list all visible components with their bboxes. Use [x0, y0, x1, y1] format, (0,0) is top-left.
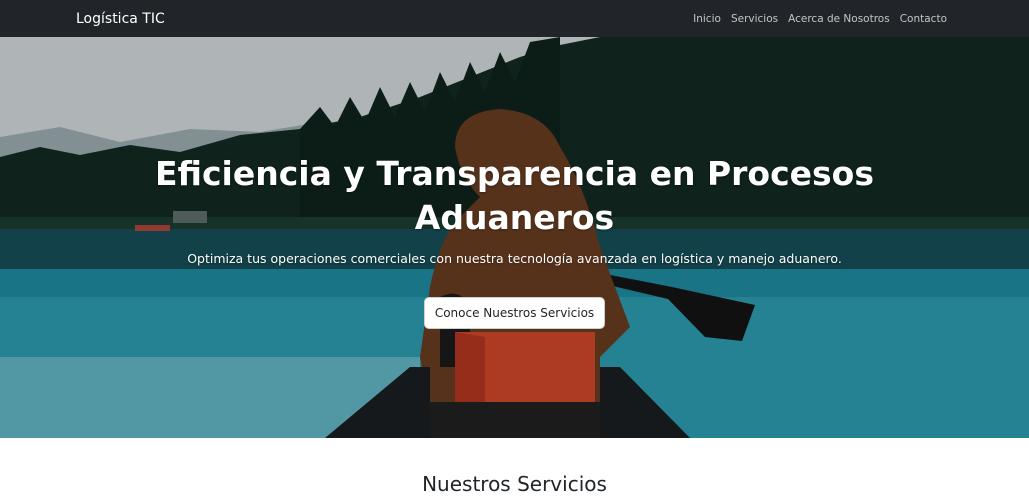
services-section-title: Nuestros Servicios: [422, 472, 607, 496]
nav-link-servicios[interactable]: Servicios: [731, 13, 778, 25]
hero-subtitle: Optimiza tus operaciones comerciales con…: [187, 251, 842, 266]
nav-link-acerca[interactable]: Acerca de Nosotros: [788, 13, 890, 25]
nav-link-inicio[interactable]: Inicio: [693, 13, 721, 25]
hero-title: Eficiencia y Transparencia en Procesos A…: [154, 154, 874, 237]
brand-link[interactable]: Logística TIC: [76, 0, 165, 37]
nav-links: Inicio Servicios Acerca de Nosotros Cont…: [693, 0, 947, 37]
hero-section: Eficiencia y Transparencia en Procesos A…: [0, 37, 1029, 438]
top-navbar: Logística TIC Inicio Servicios Acerca de…: [0, 0, 1029, 37]
nav-link-contacto[interactable]: Contacto: [900, 13, 947, 25]
services-cta-button[interactable]: Conoce Nuestros Servicios: [424, 297, 605, 329]
